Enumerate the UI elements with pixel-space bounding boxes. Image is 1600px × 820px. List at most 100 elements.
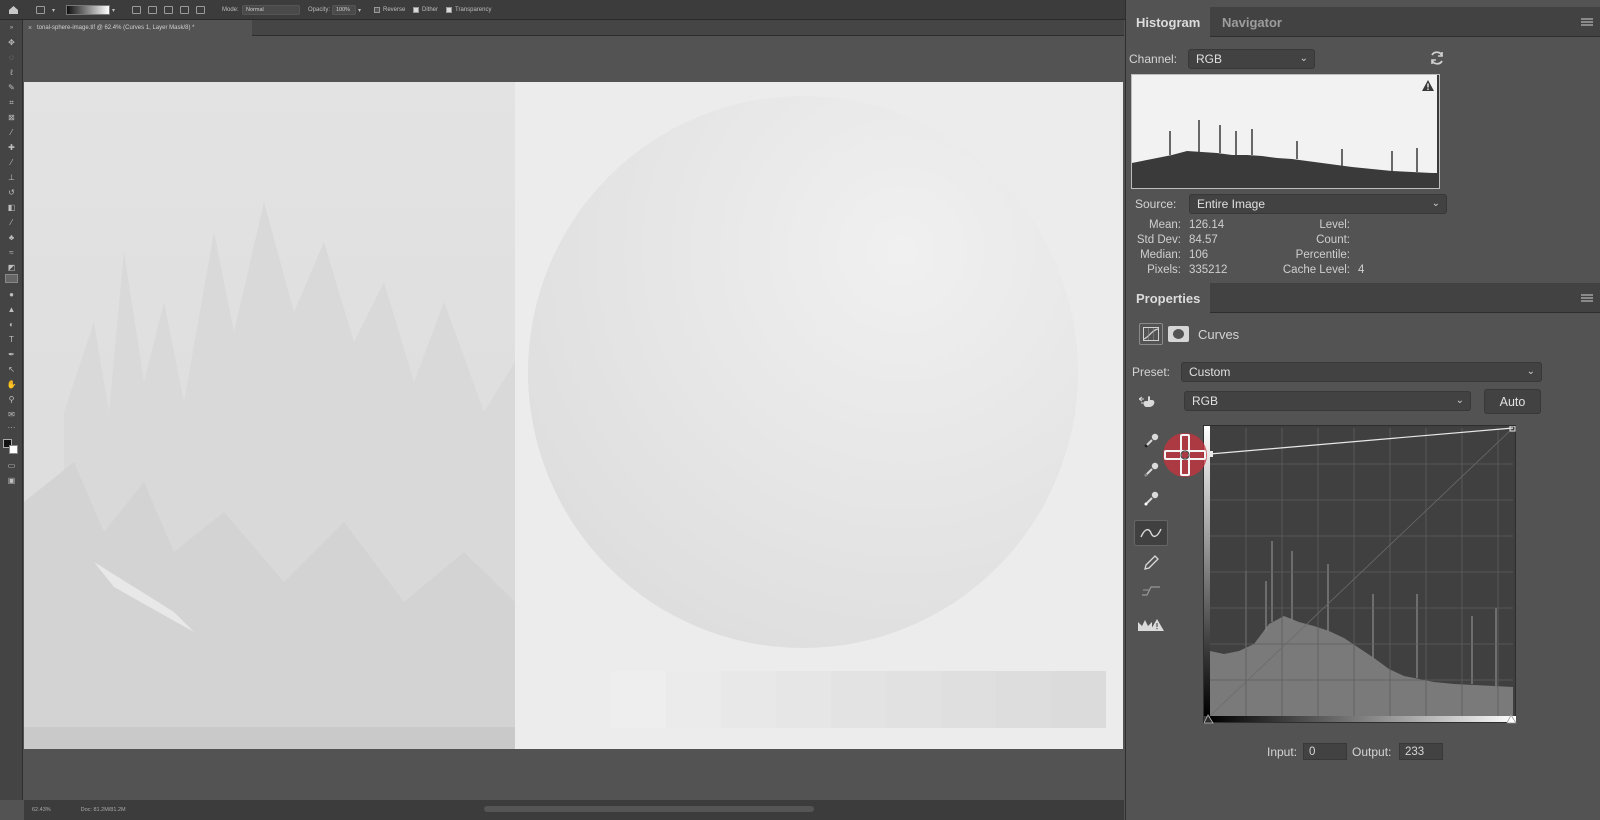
properties-panel-menu-icon[interactable] bbox=[1581, 294, 1593, 302]
draw-pencil-icon[interactable] bbox=[1139, 552, 1163, 574]
histogram-channel-value: RGB bbox=[1196, 52, 1223, 66]
document-size[interactable]: Doc: 81.2M/81.2M bbox=[81, 807, 126, 813]
stat-level-label: Level: bbox=[1319, 219, 1350, 231]
tonal-swatch-strip bbox=[611, 671, 1106, 728]
eraser-tool-icon[interactable]: ◧ bbox=[6, 203, 17, 212]
auto-button[interactable]: Auto bbox=[1484, 389, 1541, 414]
stat-pixels-label: Pixels: bbox=[1147, 264, 1181, 276]
path-selection-tool-icon[interactable]: ↖ bbox=[6, 365, 17, 374]
transparency-checkbox[interactable] bbox=[446, 7, 452, 13]
chevron-down-icon: ⌄ bbox=[1299, 53, 1308, 64]
clipping-warning-icon[interactable] bbox=[1137, 614, 1165, 636]
layer-mask-icon[interactable] bbox=[1168, 326, 1189, 342]
output-value-field[interactable]: 233 bbox=[1399, 743, 1443, 760]
pen-small-tool-icon[interactable]: ⁄ bbox=[6, 218, 17, 227]
zoom-level[interactable]: 62.43% bbox=[32, 807, 51, 813]
stat-stddev-value: 84.57 bbox=[1189, 234, 1218, 246]
targeted-adjustment-hand-icon[interactable] bbox=[1138, 391, 1162, 413]
crop-tool-icon[interactable]: ⌗ bbox=[6, 98, 17, 107]
document-canvas[interactable] bbox=[24, 82, 1123, 749]
forest-photo-region bbox=[24, 82, 515, 749]
gray-point-eyedropper-icon[interactable] bbox=[1139, 459, 1163, 481]
frame-tool-icon[interactable]: ⊠ bbox=[6, 113, 17, 122]
sphere-graphic bbox=[528, 96, 1078, 648]
smooth-curve-icon[interactable] bbox=[1139, 580, 1163, 602]
gradient-tool-icon[interactable] bbox=[5, 274, 18, 283]
stamp-tool-icon[interactable]: ♣ bbox=[6, 233, 17, 242]
gradient-preview[interactable] bbox=[66, 0, 110, 20]
preset-select[interactable]: Custom ⌄ bbox=[1181, 362, 1542, 382]
blur-tool-icon[interactable]: ● bbox=[6, 290, 17, 299]
home-icon[interactable] bbox=[8, 0, 19, 20]
dither-checkbox[interactable] bbox=[413, 7, 419, 13]
warning-icon[interactable] bbox=[1421, 79, 1435, 97]
histogram-panel-menu-icon[interactable] bbox=[1581, 18, 1593, 26]
source-label: Source: bbox=[1135, 197, 1177, 211]
black-point-eyedropper-icon[interactable] bbox=[1139, 430, 1163, 452]
eraser-alt-tool-icon[interactable]: ◩ bbox=[6, 263, 17, 272]
cursor-highlight bbox=[1163, 433, 1207, 477]
edit-toolbar-icon[interactable]: ✉ bbox=[6, 410, 17, 419]
stat-pixels-value: 335212 bbox=[1189, 264, 1228, 276]
marquee-tool-icon[interactable]: ◌ bbox=[6, 53, 17, 62]
refresh-icon[interactable] bbox=[1429, 50, 1445, 71]
panel-collapse-icon[interactable]: » bbox=[6, 24, 17, 33]
quick-select-tool-icon[interactable]: ✎ bbox=[6, 83, 17, 92]
healing-brush-tool-icon[interactable]: ✚ bbox=[6, 143, 17, 152]
gradient-chevron-icon[interactable]: ▾ bbox=[112, 0, 115, 20]
dodge-tool-icon[interactable]: ◐ bbox=[6, 320, 17, 329]
curves-channel-select[interactable]: RGB ⌄ bbox=[1184, 391, 1471, 411]
tab-properties[interactable]: Properties bbox=[1126, 283, 1211, 313]
opacity-input[interactable]: 100% bbox=[332, 5, 356, 15]
document-tab[interactable]: × tonal-sphere-image.tif @ 62.4% (Curves… bbox=[24, 20, 252, 36]
photoshop-window: ▾ ▾ Mode: Normal Opacity: 100% ▾ Reverse… bbox=[0, 0, 1600, 820]
lasso-tool-icon[interactable]: ℓ bbox=[6, 68, 17, 77]
radial-gradient-icon[interactable] bbox=[148, 0, 157, 20]
type-tool-icon[interactable]: T bbox=[6, 335, 17, 344]
preset-label: Preset: bbox=[1132, 365, 1171, 379]
sharpen-tool-icon[interactable]: ▲ bbox=[6, 305, 17, 314]
linear-gradient-icon[interactable] bbox=[132, 0, 141, 20]
screen-mode-icon[interactable]: ▣ bbox=[6, 476, 17, 485]
tab-navigator[interactable]: Navigator bbox=[1212, 7, 1292, 37]
curves-adjustment-icon[interactable] bbox=[1139, 323, 1163, 345]
reflected-gradient-icon[interactable] bbox=[180, 0, 189, 20]
stat-count-label: Count: bbox=[1316, 234, 1350, 246]
stat-median-value: 106 bbox=[1189, 249, 1209, 261]
input-label: Input: bbox=[1267, 745, 1298, 759]
reverse-checkbox[interactable] bbox=[374, 7, 380, 13]
brush-tool-icon[interactable]: ⁄ bbox=[6, 158, 17, 167]
histogram-panel-header: Histogram Navigator bbox=[1126, 7, 1600, 37]
move-tool-icon[interactable]: ✥ bbox=[6, 38, 17, 47]
angle-gradient-icon[interactable] bbox=[164, 0, 173, 20]
clone-stamp-tool-icon[interactable]: ⊥ bbox=[6, 173, 17, 182]
background-color-swatch[interactable] bbox=[9, 445, 18, 454]
curves-graph[interactable] bbox=[1203, 425, 1517, 724]
stat-median-label: Median: bbox=[1140, 249, 1181, 261]
close-tab-icon[interactable]: × bbox=[28, 25, 32, 32]
horizontal-scrollbar[interactable] bbox=[484, 806, 814, 812]
canvas-area[interactable] bbox=[24, 37, 1124, 794]
more-tools-icon[interactable]: ··· bbox=[6, 423, 17, 432]
white-point-eyedropper-icon[interactable] bbox=[1139, 488, 1163, 510]
stat-percentile-label: Percentile: bbox=[1295, 249, 1350, 261]
diamond-gradient-icon[interactable] bbox=[196, 0, 205, 20]
gradient-tool-preset-icon[interactable] bbox=[36, 0, 45, 20]
pen-tool-icon[interactable]: ✒ bbox=[6, 350, 17, 359]
zoom-tool-icon[interactable]: ⚲ bbox=[6, 395, 17, 404]
histogram-channel-select[interactable]: RGB ⌄ bbox=[1188, 49, 1315, 69]
edit-points-curve-icon[interactable] bbox=[1134, 520, 1168, 546]
smudge-tool-icon[interactable]: ≈ bbox=[6, 248, 17, 257]
tab-histogram[interactable]: Histogram bbox=[1126, 7, 1211, 37]
mode-select[interactable]: Normal bbox=[242, 5, 300, 15]
eyedropper-tool-icon[interactable]: ⁄ bbox=[6, 128, 17, 137]
opacity-chevron-icon[interactable]: ▾ bbox=[358, 0, 361, 20]
quick-mask-icon[interactable]: ▭ bbox=[6, 461, 17, 470]
status-bar: 62.43% Doc: 81.2M/81.2M bbox=[24, 800, 1124, 820]
history-brush-tool-icon[interactable]: ↺ bbox=[6, 188, 17, 197]
input-value-field[interactable]: 0 bbox=[1303, 743, 1347, 760]
histogram-source-select[interactable]: Entire Image ⌄ bbox=[1189, 194, 1447, 214]
tools-panel: » ✥ ◌ ℓ ✎ ⌗ ⊠ ⁄ ✚ ⁄ ⊥ ↺ ◧ ⁄ ♣ ≈ ◩ ● ▲ ◐ … bbox=[0, 20, 23, 800]
hand-tool-icon[interactable]: ✋ bbox=[6, 380, 17, 389]
document-title: tonal-sphere-image.tif @ 62.4% (Curves 1… bbox=[37, 25, 195, 31]
